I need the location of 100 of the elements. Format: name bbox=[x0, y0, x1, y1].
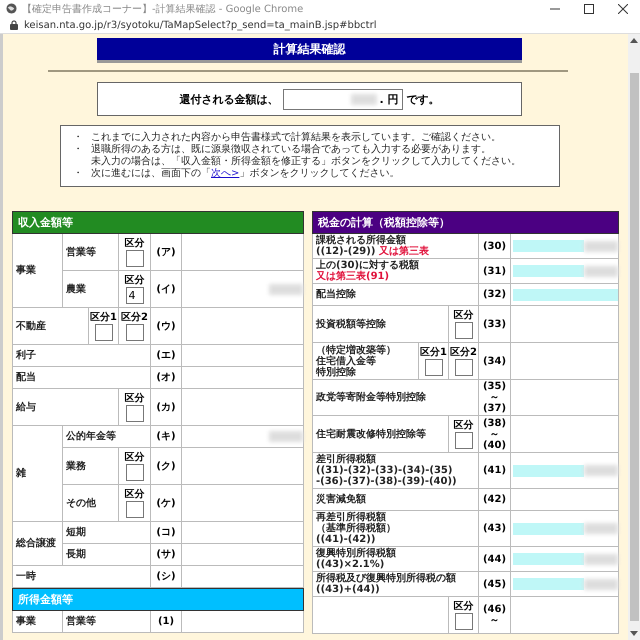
code-cell: (34) bbox=[478, 342, 510, 380]
kubun-label: 区分 bbox=[124, 238, 146, 248]
label-cell: 短期 bbox=[62, 522, 150, 544]
label-cell: その他 bbox=[62, 484, 118, 522]
code-cell: (44) bbox=[478, 546, 510, 572]
code-cell: (42) bbox=[478, 488, 510, 510]
code-cell: (オ) bbox=[150, 366, 182, 388]
section-header: 税金の計算（税額控除等） bbox=[312, 212, 619, 234]
label-cell: 再差引所得税額 （基準所得税額） ((41)-(42)) bbox=[316, 512, 396, 545]
code-cell: (カ) bbox=[150, 388, 182, 426]
label-cell: 上の(30)に対する税額 又は第三表(91) bbox=[316, 260, 420, 282]
kubun-label: 区分 bbox=[124, 452, 146, 462]
label-cell: 災害減免額 bbox=[316, 494, 366, 505]
code-cell: (ク) bbox=[150, 448, 182, 484]
label-cell: 復興特別所得税額 ((43)×2.1%) bbox=[316, 548, 396, 570]
scroll-up-icon[interactable] bbox=[630, 37, 638, 43]
bullet: ・ bbox=[73, 168, 83, 180]
label-cell: 課税される所得金額 ((12)-(29)) 又は第三表 bbox=[316, 235, 429, 257]
label-cell: （特定増改築等） 住宅借入金等 特別控除 bbox=[316, 344, 396, 378]
label-cell: 投資税額等控除 bbox=[316, 318, 386, 330]
page-heading: 計算結果確認 bbox=[97, 38, 522, 60]
label-cell: 業務 bbox=[62, 448, 118, 484]
code-cell: (38)～ (40) bbox=[478, 416, 510, 452]
globe-icon bbox=[6, 3, 17, 14]
kubun-field[interactable] bbox=[454, 432, 472, 448]
label-cell: 給与 bbox=[12, 388, 118, 426]
yen-unit: . 円 bbox=[379, 92, 398, 106]
label-cell: 農業 bbox=[62, 270, 118, 308]
note-text: 未入力の場合は、「収入金額・所得金額を修正する」ボタンをクリックして入力してください。 bbox=[91, 156, 521, 168]
kubun-label: 区分 bbox=[452, 600, 474, 612]
label-cell: 差引所得税額 ((31)-(32)-(33)-(34)-(35) -(36)-(37)-(38)-(39)-(40)) bbox=[316, 454, 457, 487]
category-cell: 事業 bbox=[12, 234, 62, 308]
label-cell: 長期 bbox=[62, 544, 150, 566]
code-cell: (35)～ (37) bbox=[478, 380, 510, 416]
code-cell: (43) bbox=[478, 510, 510, 546]
kubun-label: 区分 bbox=[124, 274, 146, 286]
code-cell: (30) bbox=[478, 234, 510, 258]
label-cell: 配当控除 bbox=[316, 289, 356, 300]
code-cell: (33) bbox=[478, 306, 510, 342]
note-text: これまでに入力された内容から申告書様式で計算結果を表示しています。ご確認ください。 bbox=[91, 132, 501, 144]
code-cell: (ケ) bbox=[150, 484, 182, 522]
note-text: 退職所得のある方は、既に源泉徴収されている場合であっても入力する必要があります。 bbox=[91, 144, 492, 156]
scroll-down-icon[interactable] bbox=[630, 631, 638, 637]
category-cell: 総合譲渡 bbox=[12, 522, 62, 566]
section-header: 収入金額等 bbox=[12, 212, 304, 234]
note-text: 次に進むには、画面下の「次へ>」ボタンをクリックしてください。 bbox=[91, 168, 400, 180]
code-cell: (41) bbox=[478, 452, 510, 488]
kubun-field[interactable]: 4 bbox=[126, 286, 144, 304]
lock-icon bbox=[10, 20, 18, 30]
label-cell: 政党等寄附金等特別控除 bbox=[316, 392, 426, 403]
kubun-label: 区分 bbox=[124, 392, 146, 404]
label-cell: 住宅耐震改修特別控除等 bbox=[316, 428, 426, 440]
label-cell: 不動産 bbox=[12, 308, 88, 344]
bullet: ・ bbox=[73, 132, 83, 144]
redaction-mark bbox=[351, 94, 378, 104]
code-cell: (エ) bbox=[150, 344, 182, 366]
refund-suffix: です。 bbox=[406, 92, 440, 106]
kubun-field[interactable] bbox=[126, 250, 144, 266]
section-header: 所得金額等 bbox=[12, 588, 304, 610]
window-title: 【確定申告書作成コーナー】-計算結果確認 - Google Chrome bbox=[22, 2, 304, 16]
kubun-field[interactable] bbox=[126, 500, 144, 518]
scrollbar[interactable] bbox=[628, 34, 640, 640]
kubun-field[interactable] bbox=[454, 612, 472, 630]
label-cell: 利子 bbox=[12, 344, 150, 366]
code-cell: (46)～ bbox=[478, 596, 510, 634]
code-cell: (32) bbox=[478, 284, 510, 306]
code-cell: (コ) bbox=[150, 522, 182, 544]
kubun-field[interactable] bbox=[424, 358, 442, 376]
url-field[interactable]: keisan.nta.go.jp/r3/syotoku/TaMapSelect?p_send=ta_mainB.jsp#bbctrl bbox=[24, 20, 376, 30]
code-cell: (1) bbox=[150, 610, 182, 632]
code-cell: (キ) bbox=[150, 426, 182, 448]
maximize-icon[interactable] bbox=[584, 4, 594, 14]
label-cell: 営業等 bbox=[62, 610, 150, 632]
label-cell: 公的年金等 bbox=[62, 426, 150, 448]
kubun-field[interactable] bbox=[454, 358, 472, 376]
kubun-field[interactable] bbox=[126, 324, 144, 340]
code-cell: (45) bbox=[478, 572, 510, 596]
scrollbar-thumb[interactable] bbox=[630, 73, 638, 621]
kubun-label: 区分 bbox=[452, 420, 474, 430]
label-cell: 配当 bbox=[12, 366, 150, 388]
kubun-field[interactable] bbox=[94, 324, 112, 340]
kubun-label: 区分2 bbox=[449, 346, 478, 358]
code-cell: (ア) bbox=[150, 234, 182, 270]
kubun-label: 区分 bbox=[124, 488, 146, 500]
refund-label: 還付される金額は、 bbox=[180, 92, 278, 106]
kubun-label: 区分1 bbox=[89, 312, 118, 322]
kubun-label: 区分 bbox=[452, 310, 474, 320]
code-cell: (イ) bbox=[150, 270, 182, 308]
category-cell: 雑 bbox=[12, 426, 62, 522]
label-cell: 営業等 bbox=[62, 234, 118, 270]
kubun-field[interactable] bbox=[126, 404, 144, 422]
category-cell: 事業 bbox=[12, 610, 62, 632]
code-cell: (ウ) bbox=[150, 308, 182, 344]
label-cell: 所得税及び復興特別所得税の額 ((43)+(44)) bbox=[316, 573, 456, 595]
close-icon[interactable] bbox=[618, 4, 628, 14]
kubun-field[interactable] bbox=[126, 464, 144, 480]
kubun-label: 区分2 bbox=[120, 312, 149, 322]
kubun-field[interactable] bbox=[454, 322, 472, 338]
code-cell: (31) bbox=[478, 258, 510, 284]
next-link[interactable]: 次へ> bbox=[211, 168, 240, 179]
